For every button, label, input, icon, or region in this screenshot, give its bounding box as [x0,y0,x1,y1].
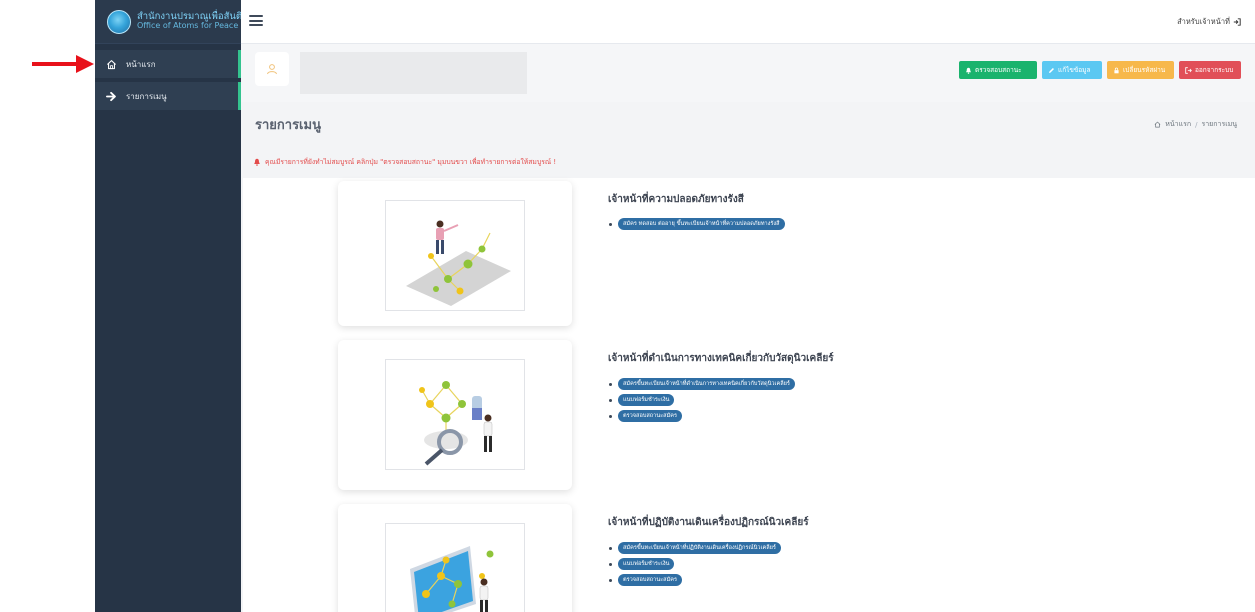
list-item: ตรวจสอบสถานะสมัคร [609,408,795,424]
annotation-arrow [32,55,94,73]
user-info-box [300,52,527,94]
breadcrumb-home-link[interactable]: หน้าแรก [1165,119,1191,130]
brand-name-en: Office of Atoms for Peace [137,21,239,31]
bell-icon [965,67,972,74]
section-card-radiation-safety [338,181,572,326]
list-item: ตรวจสอบสถานะสมัคร [609,572,781,588]
menu-toggle-icon[interactable] [249,15,263,26]
staff-login-link[interactable]: สำหรับเจ้าหน้าที่ [1177,16,1241,28]
avatar [255,52,289,86]
sidebar: สำนักงานปรมาณูเพื่อสันติ Office of Atoms… [95,0,242,612]
edit-profile-button[interactable]: แก้ไขข้อมูล [1042,61,1102,79]
incomplete-alert: คุณมีรายการที่ยังทำไม่สมบูรณ์ คลิกปุ่ม "… [253,156,556,167]
section-title: เจ้าหน้าที่ดำเนินการทางเทคนิคเกี่ยวกับวั… [608,353,834,364]
nuclear-material-illustration [419,381,493,466]
user-label: สำหรับเจ้าหน้าที่ [1177,17,1230,26]
bell-icon [253,158,261,166]
arrow-right-icon [105,90,117,102]
register-reactor-operator-link[interactable]: สมัครขึ้นทะเบียนเจ้าหน้าที่ปฏิบัติงานเดิ… [618,542,781,554]
breadcrumb-current: รายการเมนู [1201,120,1237,128]
sidebar-item-menu-list[interactable]: รายการเมนู [95,82,241,110]
profile-bar: ตรวจสอบสถานะ แก้ไขข้อมูล เปลี่ยนรหัสผ่าน… [241,44,1255,102]
sign-out-icon [1185,66,1192,74]
alert-text: คุณมีรายการที่ยังทำไม่สมบูรณ์ คลิกปุ่ม "… [265,158,557,166]
sidebar-item-label: รายการเมนู [126,91,167,101]
check-status-button[interactable]: ตรวจสอบสถานะ [959,61,1037,79]
main-content: ตรวจสอบสถานะ แก้ไขข้อมูล เปลี่ยนรหัสผ่าน… [241,44,1255,612]
sidebar-item-label: หน้าแรก [126,59,156,69]
sign-in-icon [1233,18,1241,26]
list-item: แนบฟอร์มชำระเงิน [609,392,795,408]
check-application-status-link[interactable]: ตรวจสอบสถานะสมัคร [618,410,682,422]
home-icon [1154,121,1161,128]
breadcrumb-separator: / [1195,120,1198,129]
section-illustration [385,359,525,470]
logout-button[interactable]: ออกจากระบบ [1179,61,1241,79]
page-title: รายการเมนู [255,118,321,133]
home-icon [105,58,117,70]
lock-icon [1113,67,1120,74]
section-links: สมัครขึ้นทะเบียนเจ้าหน้าที่ปฏิบัติงานเดิ… [609,540,781,588]
menu-panel: เจ้าหน้าที่ความปลอดภัยทางรังสี สมัคร ทดส… [243,178,1255,612]
pencil-icon [1048,67,1055,74]
brand-logo [107,9,131,34]
section-title: เจ้าหน้าที่ปฏิบัติงานเดินเครื่องปฏิกรณ์น… [608,517,809,528]
section-links: สมัคร ทดสอบ ต่ออายุ ขึ้นทะเบียนเจ้าหน้าท… [609,216,785,232]
breadcrumb: หน้าแรก / รายการเมนู [1154,119,1237,130]
action-buttons: ตรวจสอบสถานะ แก้ไขข้อมูล เปลี่ยนรหัสผ่าน… [959,61,1241,79]
list-item: สมัคร ทดสอบ ต่ออายุ ขึ้นทะเบียนเจ้าหน้าท… [609,216,785,232]
user-icon [267,64,277,75]
section-illustration [385,200,525,311]
section-card-nuclear-material [338,340,572,490]
list-item: สมัครขึ้นทะเบียนเจ้าหน้าที่ดำเนินการทางเ… [609,376,795,392]
attach-payment-form-link[interactable]: แนบฟอร์มชำระเงิน [618,558,675,570]
radiation-safety-illustration [406,220,511,306]
sidebar-item-home[interactable]: หน้าแรก [95,50,241,78]
section-illustration [385,523,525,612]
check-application-status-link[interactable]: ตรวจสอบสถานะสมัคร [618,574,682,586]
section-title: เจ้าหน้าที่ความปลอดภัยทางรังสี [608,194,744,205]
list-item: แนบฟอร์มชำระเงิน [609,556,781,572]
register-technical-staff-link[interactable]: สมัครขึ้นทะเบียนเจ้าหน้าที่ดำเนินการทางเ… [618,378,795,390]
section-card-reactor-operator [338,504,572,612]
brand[interactable]: สำนักงานปรมาณูเพื่อสันติ Office of Atoms… [95,0,242,44]
change-password-button[interactable]: เปลี่ยนรหัสผ่าน [1107,61,1174,79]
register-rso-link[interactable]: สมัคร ทดสอบ ต่ออายุ ขึ้นทะเบียนเจ้าหน้าท… [618,218,785,230]
list-item: สมัครขึ้นทะเบียนเจ้าหน้าที่ปฏิบัติงานเดิ… [609,540,781,556]
topbar: สำหรับเจ้าหน้าที่ [241,0,1255,44]
attach-payment-form-link[interactable]: แนบฟอร์มชำระเงิน [618,394,675,406]
reactor-operator-illustration [410,546,494,612]
section-links: สมัครขึ้นทะเบียนเจ้าหน้าที่ดำเนินการทางเ… [609,376,795,424]
